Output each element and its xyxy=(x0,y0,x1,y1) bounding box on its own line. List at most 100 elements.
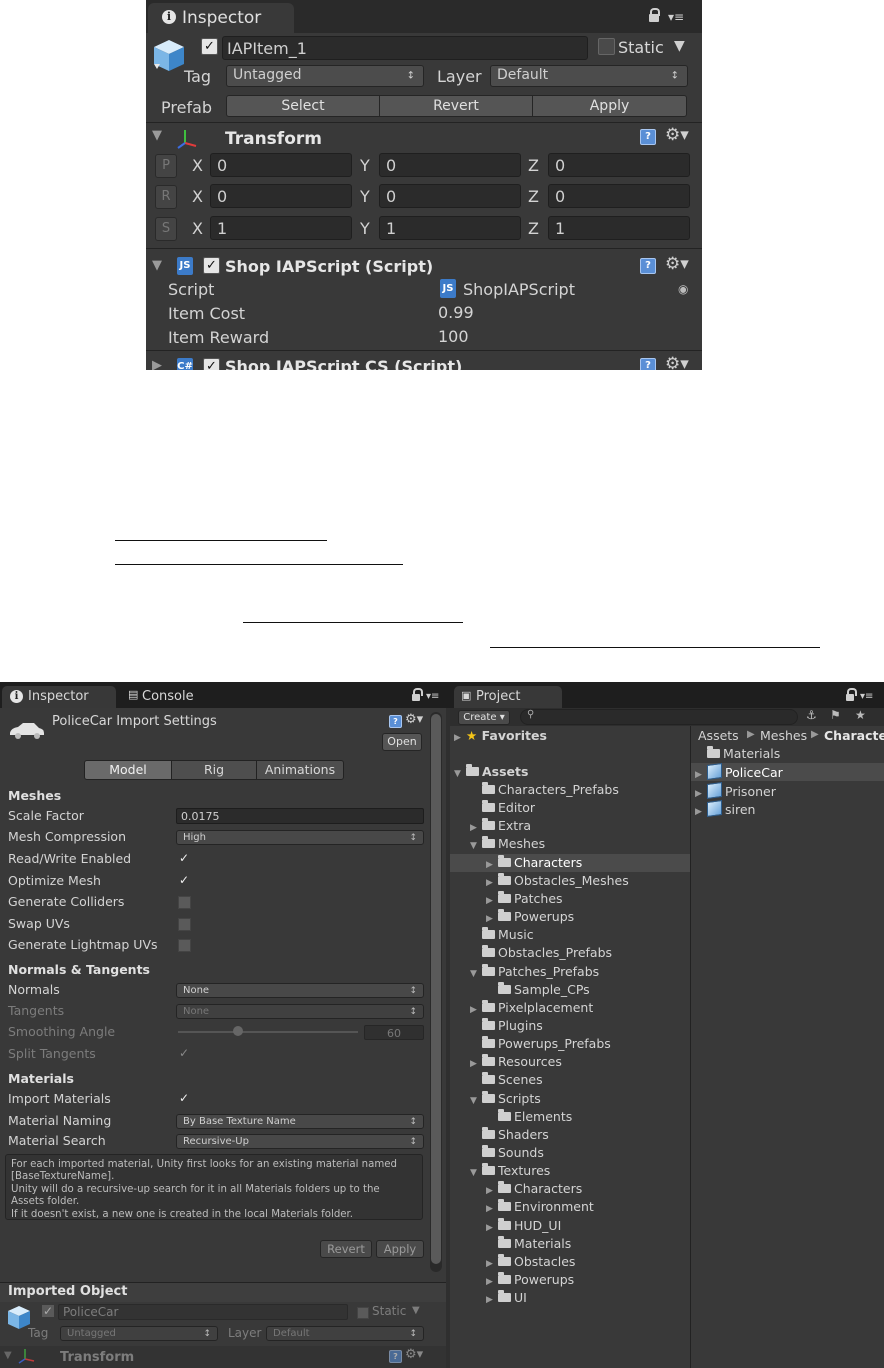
mesh-compression-dropdown[interactable]: High xyxy=(176,830,424,845)
scrollbar-thumb[interactable] xyxy=(431,714,441,1264)
cs-script-enabled-checkbox[interactable]: ✓ xyxy=(203,358,220,370)
lock-icon[interactable] xyxy=(412,688,423,701)
static-dropdown-icon[interactable]: ▼ xyxy=(674,38,685,54)
item-reward-value[interactable]: 100 xyxy=(438,327,469,346)
tree-folder-item[interactable]: Sample_CPs xyxy=(486,982,590,997)
script-enabled-checkbox[interactable]: ✓ xyxy=(203,257,220,274)
cs-script-foldout-icon[interactable]: ▶ xyxy=(152,358,162,370)
scale-z-field[interactable]: 1 xyxy=(548,216,690,240)
optimize-mesh-checkbox[interactable]: ✓ xyxy=(178,874,190,886)
expand-arrow-icon[interactable]: ▶ xyxy=(486,896,496,906)
tag-dropdown[interactable]: Untagged xyxy=(226,65,424,87)
gear-icon[interactable]: ⚙▾ xyxy=(665,254,689,274)
breadcrumb-characters[interactable]: Characters xyxy=(824,728,884,743)
expand-arrow-icon[interactable]: ▶ xyxy=(470,1059,480,1069)
apply-button[interactable]: Apply xyxy=(376,1240,424,1258)
tree-folder-item[interactable]: ▼ Scripts xyxy=(470,1091,541,1106)
tree-folder-item[interactable]: Characters_Prefabs xyxy=(470,782,619,797)
gear-icon[interactable]: ⚙▾ xyxy=(405,712,423,727)
prefab-revert-button[interactable]: Revert xyxy=(379,95,533,117)
expand-arrow-icon[interactable]: ▶ xyxy=(486,1259,496,1269)
expand-arrow-icon[interactable]: ▶ xyxy=(486,878,496,888)
object-picker-icon[interactable]: ◉ xyxy=(678,282,688,296)
scale-factor-field[interactable]: 0.0175 xyxy=(176,808,424,824)
scale-y-field[interactable]: 1 xyxy=(379,216,521,240)
lock-icon[interactable] xyxy=(649,8,660,22)
asset-item[interactable]: ▶ Prisoner xyxy=(695,781,776,800)
tree-folder-item[interactable]: ▶ Pixelplacement xyxy=(470,1000,593,1015)
inspector-scrollbar[interactable] xyxy=(430,712,442,1272)
tree-folder-item[interactable]: ▶ HUD_UI xyxy=(486,1218,561,1233)
tree-folder-item[interactable]: ▶ UI xyxy=(486,1290,527,1305)
filter-type-icon[interactable]: ⚓ xyxy=(806,708,817,722)
position-x-field[interactable]: 0 xyxy=(210,153,352,177)
expand-arrow-icon[interactable]: ▶ xyxy=(486,1186,496,1196)
position-z-field[interactable]: 0 xyxy=(548,153,690,177)
tree-folder-item[interactable]: Music xyxy=(470,927,534,942)
normals-dropdown[interactable]: None xyxy=(176,983,424,998)
script-foldout-icon[interactable]: ▼ xyxy=(152,258,162,273)
tree-folder-item[interactable]: ▶ Obstacles xyxy=(486,1254,575,1269)
search-input[interactable]: ⚲ xyxy=(520,709,798,725)
revert-button[interactable]: Revert xyxy=(320,1240,372,1258)
help-icon[interactable]: ? xyxy=(640,358,656,370)
gear-icon[interactable]: ⚙▾ xyxy=(665,354,689,370)
rotation-y-field[interactable]: 0 xyxy=(379,184,521,208)
position-button[interactable]: P xyxy=(155,154,177,178)
collapse-arrow-icon[interactable]: ▼ xyxy=(470,1168,480,1178)
help-icon[interactable]: ? xyxy=(640,258,656,274)
tree-folder-item[interactable]: Obstacles_Prefabs xyxy=(470,945,612,960)
rotation-button[interactable]: R xyxy=(155,185,177,209)
tree-folder-item[interactable]: Shaders xyxy=(470,1127,549,1142)
tree-folder-item[interactable]: Materials xyxy=(486,1236,571,1251)
import-materials-checkbox[interactable]: ✓ xyxy=(178,1092,190,1104)
material-naming-dropdown[interactable]: By Base Texture Name xyxy=(176,1114,424,1129)
scale-button[interactable]: S xyxy=(155,217,177,241)
tab-rig[interactable]: Rig xyxy=(171,760,257,780)
read-write-checkbox[interactable]: ✓ xyxy=(178,852,190,864)
collapse-arrow-icon[interactable]: ▼ xyxy=(470,841,480,851)
menu-icon[interactable]: ▾≡ xyxy=(426,691,439,702)
layer-dropdown[interactable]: Default xyxy=(490,65,688,87)
tree-folder-item[interactable]: ▶ Powerups xyxy=(486,1272,574,1287)
tab-inspector[interactable]: i Inspector xyxy=(2,686,116,708)
tab-model[interactable]: Model xyxy=(84,760,172,780)
expand-arrow-icon[interactable]: ▶ xyxy=(486,1223,496,1233)
tab-console[interactable]: ▤ Console xyxy=(120,686,230,708)
tree-folder-item[interactable]: ▼ Textures xyxy=(470,1163,550,1178)
swap-uvs-checkbox[interactable] xyxy=(178,918,191,931)
tree-folder-item[interactable]: Sounds xyxy=(470,1145,544,1160)
tree-folder-item[interactable]: ▶ Extra xyxy=(470,818,531,833)
assets-item[interactable]: ▼ Assets xyxy=(454,764,528,779)
active-checkbox[interactable]: ✓ xyxy=(201,38,218,55)
open-button[interactable]: Open xyxy=(382,733,422,751)
expand-arrow-icon[interactable]: ▶ xyxy=(470,823,480,833)
star-icon[interactable]: ★ xyxy=(855,708,866,722)
generate-lightmap-checkbox[interactable] xyxy=(178,939,191,952)
expand-arrow-icon[interactable]: ▶ xyxy=(695,807,705,817)
expand-arrow-icon[interactable]: ▶ xyxy=(470,1005,480,1015)
position-y-field[interactable]: 0 xyxy=(379,153,521,177)
tab-animations[interactable]: Animations xyxy=(256,760,344,780)
scale-x-field[interactable]: 1 xyxy=(210,216,352,240)
tree-folder-item[interactable]: Elements xyxy=(486,1109,572,1124)
rotation-z-field[interactable]: 0 xyxy=(548,184,690,208)
tree-folder-item[interactable]: Editor xyxy=(470,800,535,815)
expand-arrow-icon[interactable]: ▶ xyxy=(695,789,705,799)
tab-inspector[interactable]: i Inspector xyxy=(148,3,294,33)
tree-folder-item[interactable]: ▼ Meshes xyxy=(470,836,545,851)
object-name-field[interactable]: IAPItem_1 xyxy=(222,36,588,60)
tree-folder-item[interactable]: Plugins xyxy=(470,1018,543,1033)
item-cost-value[interactable]: 0.99 xyxy=(438,303,474,322)
script-value[interactable]: ShopIAPScript xyxy=(463,280,575,299)
expand-arrow-icon[interactable]: ▶ xyxy=(486,914,496,924)
breadcrumb-assets[interactable]: Assets xyxy=(698,728,739,743)
prefab-select-button[interactable]: Select xyxy=(226,95,380,117)
collapse-arrow-icon[interactable]: ▼ xyxy=(470,1096,480,1106)
rotation-x-field[interactable]: 0 xyxy=(210,184,352,208)
breadcrumb-meshes[interactable]: Meshes xyxy=(760,728,807,743)
tree-folder-item[interactable]: ▶ Characters xyxy=(486,855,582,870)
gear-icon[interactable]: ⚙▾ xyxy=(665,125,689,145)
collapse-arrow-icon[interactable]: ▼ xyxy=(470,969,480,979)
generate-colliders-checkbox[interactable] xyxy=(178,896,191,909)
